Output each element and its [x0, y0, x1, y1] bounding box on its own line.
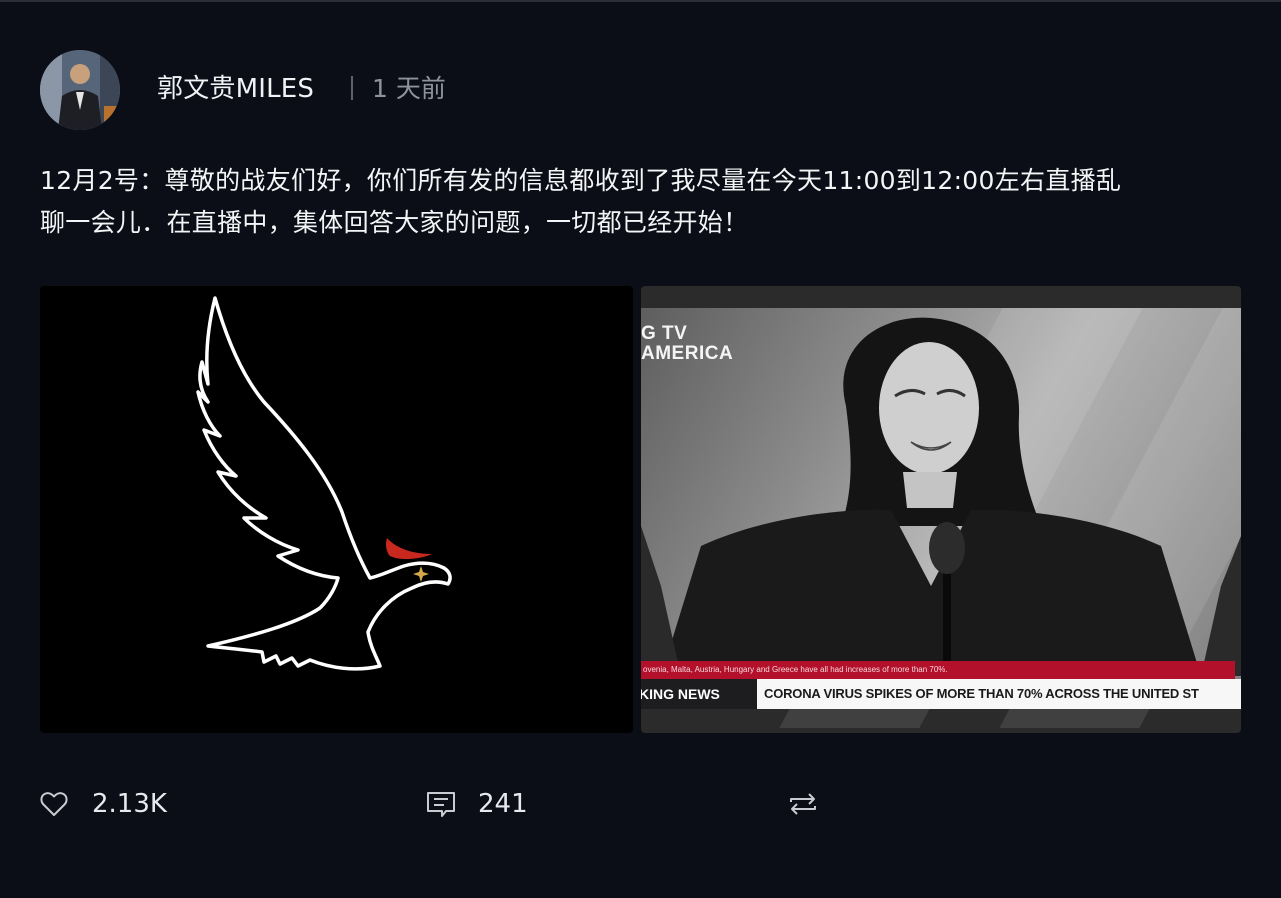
post-image-news-screenshot[interactable]: G TV AMERICA ovenia, Malta, Austria, Hun… — [641, 286, 1241, 733]
repost-button[interactable] — [788, 784, 828, 824]
repost-icon — [790, 793, 816, 815]
network-logo: G TV AMERICA — [641, 324, 733, 364]
post-image-eagle-logo[interactable] — [40, 286, 633, 733]
comment-icon — [427, 792, 455, 817]
network-logo-line: AMERICA — [641, 343, 734, 364]
heart-outline-icon — [40, 792, 68, 816]
news-headline: CORONA VIRUS SPIKES OF MORE THAN 70% ACR… — [757, 679, 1241, 709]
post-content-line: 12月2号：尊敬的战友们好，你们所有发的信息都收到了我尽量在今天11:00到12… — [40, 166, 1122, 195]
breaking-news-label: KING NEWS — [641, 679, 759, 709]
like-count: 2.13K — [92, 789, 167, 819]
like-button[interactable]: 2.13K — [40, 784, 240, 824]
author-name[interactable]: 郭文贵MILES — [157, 72, 314, 106]
post-time: 1 天前 — [372, 74, 446, 103]
network-logo-line: G TV — [641, 323, 688, 344]
header-separator — [351, 76, 353, 100]
eagle-logo-icon — [196, 296, 452, 671]
news-ticker-subline: ovenia, Malta, Austria, Hungary and Gree… — [641, 661, 1235, 679]
comment-count: 241 — [478, 789, 528, 819]
avatar[interactable] — [40, 50, 120, 130]
comment-button[interactable]: 241 — [426, 784, 626, 824]
post-content: 12月2号：尊敬的战友们好，你们所有发的信息都收到了我尽量在今天11:00到12… — [40, 160, 1240, 244]
post-card: 郭文贵MILES 1 天前 12月2号：尊敬的战友们好，你们所有发的信息都收到了… — [0, 0, 1281, 898]
post-content-line: 聊一会儿．在直播中，集体回答大家的问题，一切都已经开始！ — [40, 208, 749, 237]
